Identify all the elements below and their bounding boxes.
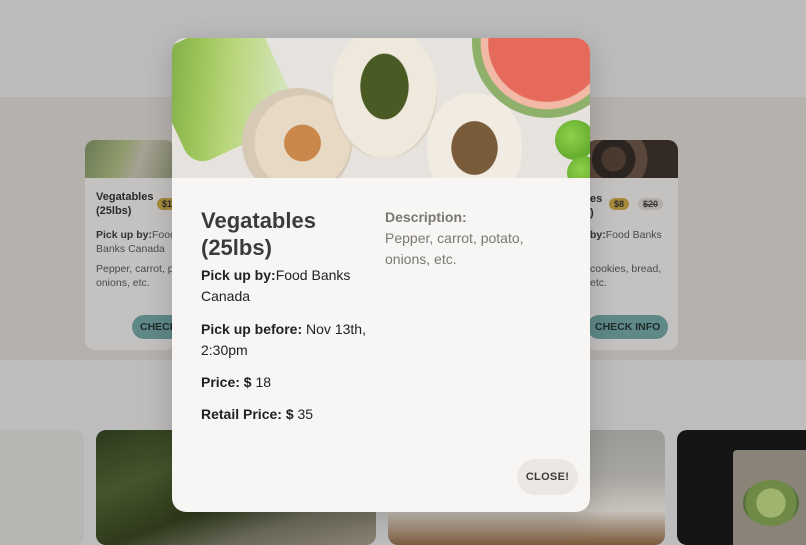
price-badge: $8 (609, 198, 630, 210)
mung-bean-bag-image (332, 38, 437, 158)
listing-card: Vegatables (25lbs) $1 Pick up by:Food Ba… (85, 140, 175, 350)
price: Price: $ 18 (201, 374, 272, 390)
card-description: cookies, bread, etc. (590, 263, 662, 289)
pickup-before: Pick up before: Nov 13th, 2:30pm (201, 321, 366, 358)
retail-price: Retail Price: $ 35 (201, 406, 314, 422)
check-info-button[interactable]: CHECK INFO (587, 315, 669, 339)
product-photo (0, 430, 84, 545)
close-button[interactable]: CLOSE! (517, 459, 578, 495)
product-photo (677, 430, 806, 545)
retail-price-badge: $20 (638, 198, 664, 210)
modal-hero-image (172, 38, 590, 178)
lime-image (555, 120, 590, 160)
card-pickup: by:Food Banks (590, 229, 662, 241)
card-image (586, 140, 678, 178)
card-description: Pepper, carrot, p onions, etc. (96, 263, 174, 289)
description-label: Description: (385, 209, 467, 225)
product-detail-modal: Vegatables (25lbs) Pick up by:Food Banks… (172, 38, 590, 512)
card-image (85, 140, 175, 178)
listing-card: es ) $8 $20 by:Food Banks cookies, bread… (586, 140, 678, 350)
pickup-by: Pick up by:Food Banks Canada (201, 267, 351, 304)
card-pickup: Pick up by:Food Banks Canada (96, 229, 175, 255)
card-title: es ) (590, 193, 603, 219)
modal-title: Vegatables (25lbs) (201, 208, 316, 260)
card-title: Vegatables (25lbs) (96, 191, 154, 217)
lettuce-image (743, 480, 799, 526)
check-info-button[interactable]: CHECK INFO (132, 315, 175, 339)
description-text: Pepper, carrot, potato, onions, etc. (385, 230, 524, 267)
